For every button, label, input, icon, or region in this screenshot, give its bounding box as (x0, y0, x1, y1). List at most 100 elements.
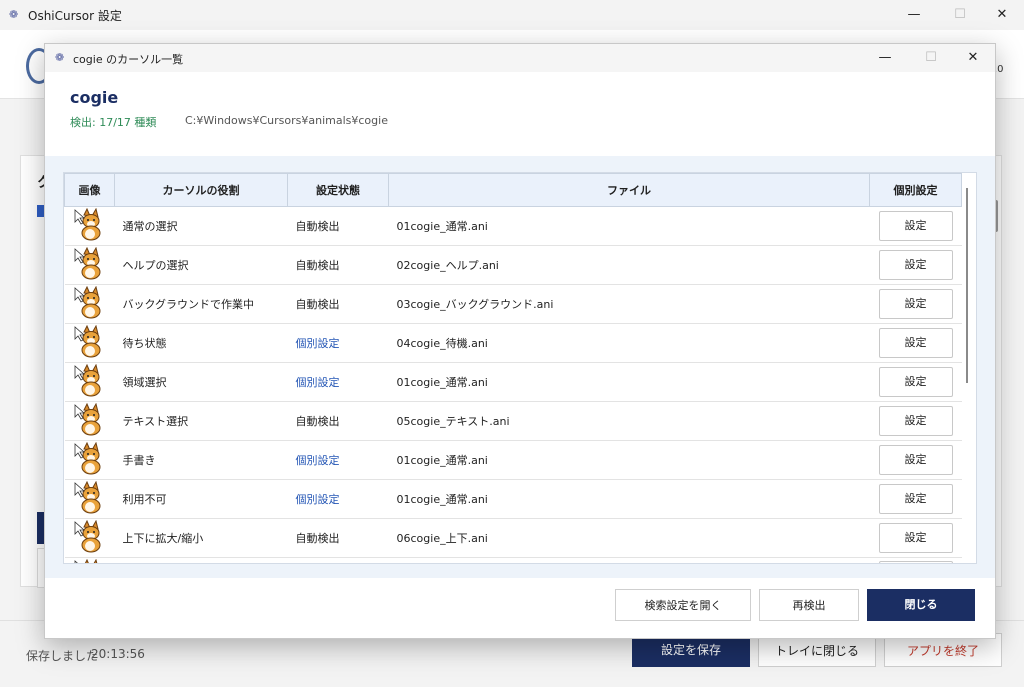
table-row: 通常の選択 自動検出 01cogie_通常.ani 設定 (64, 206, 962, 246)
individual-setting-cell: 設定 (869, 479, 962, 519)
cursor-role: 待ち状態 (114, 323, 288, 363)
cursor-role: 領域選択 (114, 362, 288, 402)
individual-setting-cell (869, 557, 962, 563)
individual-setting-button[interactable]: 設定 (878, 445, 953, 475)
close-button[interactable]: ✕ (980, 0, 1024, 30)
corgi-cursor-icon (74, 441, 100, 474)
individual-setting-button[interactable]: 設定 (878, 328, 953, 358)
setting-status: 個別設定 (287, 362, 389, 402)
individual-setting-button[interactable]: 設定 (878, 406, 953, 436)
individual-setting-cell: 設定 (869, 284, 962, 324)
cursor-role (114, 557, 288, 563)
cursor-image-cell (64, 518, 115, 558)
corgi-cursor-icon (74, 558, 97, 563)
setting-status: 自動検出 (287, 518, 389, 558)
setting-status: 自動検出 (287, 245, 389, 285)
corgi-cursor-icon (74, 207, 100, 240)
saved-time: 20:13:56 (91, 647, 145, 661)
individual-setting-cell: 設定 (869, 323, 962, 363)
individual-setting-cell: 設定 (869, 401, 962, 441)
individual-setting-cell: 設定 (869, 206, 962, 246)
dialog-close-button[interactable]: ✕ (951, 44, 995, 72)
cursor-file: 06cogie_上下.ani (388, 518, 870, 558)
individual-setting-button[interactable] (878, 560, 953, 563)
table-header-row: 画像 カーソルの役割 設定状態 ファイル 個別設定 (64, 173, 962, 207)
individual-setting-button[interactable]: 設定 (878, 211, 953, 241)
dialog-title: cogie のカーソル一覧 (73, 53, 184, 66)
cursor-image-cell (64, 479, 115, 519)
table-row: 領域選択 個別設定 01cogie_通常.ani 設定 (64, 362, 962, 402)
column-header-individual: 個別設定 (869, 173, 962, 207)
cursor-file: 01cogie_通常.ani (388, 479, 870, 519)
corgi-cursor-icon (74, 246, 100, 279)
cursor-role: ヘルプの選択 (114, 245, 288, 285)
cursor-role: 上下に拡大/縮小 (114, 518, 288, 558)
redetect-button[interactable]: 再検出 (759, 589, 859, 621)
individual-setting-button[interactable]: 設定 (878, 250, 953, 280)
setting-status: 自動検出 (287, 284, 389, 324)
corgi-cursor-icon (74, 285, 100, 318)
detected-count: 検出: 17/17 種類 (70, 116, 157, 129)
cursor-file: 04cogie_待機.ani (388, 323, 870, 363)
cursor-role: 通常の選択 (114, 206, 288, 246)
corgi-cursor-icon (74, 324, 100, 357)
table-row: 待ち状態 個別設定 04cogie_待機.ani 設定 (64, 323, 962, 363)
main-titlebar: ❁ OshiCursor 設定 — ☐ ✕ (0, 0, 1024, 30)
column-header-role: カーソルの役割 (114, 173, 288, 207)
individual-setting-cell: 設定 (869, 518, 962, 558)
cursor-image-cell (64, 440, 115, 480)
setting-status: 自動検出 (287, 401, 389, 441)
open-search-settings-button[interactable]: 検索設定を開く (615, 589, 751, 621)
column-header-status: 設定状態 (287, 173, 389, 207)
table-scrollbar[interactable] (966, 188, 968, 383)
corgi-cursor-icon (74, 519, 100, 552)
individual-setting-button[interactable]: 設定 (878, 289, 953, 319)
cursor-folder-path: C:¥Windows¥Cursors¥animals¥cogie (185, 114, 388, 127)
setting-status: 個別設定 (287, 323, 389, 363)
setting-status (287, 557, 389, 563)
cursor-file: 03cogie_バックグラウンド.ani (388, 284, 870, 324)
dialog-titlebar: ❁ cogie のカーソル一覧 — ☐ ✕ (45, 44, 995, 72)
cursor-file: 05cogie_テキスト.ani (388, 401, 870, 441)
cursor-image-cell (64, 284, 115, 324)
individual-setting-button[interactable]: 設定 (878, 523, 953, 553)
dialog-close-action-button[interactable]: 閉じる (867, 589, 975, 621)
cursor-file: 01cogie_通常.ani (388, 362, 870, 402)
cursor-image-cell (64, 557, 115, 563)
individual-setting-cell: 設定 (869, 440, 962, 480)
setting-status: 個別設定 (287, 440, 389, 480)
table-row: バックグラウンドで作業中 自動検出 03cogie_バックグラウンド.ani 設定 (64, 284, 962, 324)
individual-setting-button[interactable]: 設定 (878, 484, 953, 514)
corgi-cursor-icon (74, 363, 100, 396)
cursor-file: 01cogie_通常.ani (388, 206, 870, 246)
cursor-role: バックグラウンドで作業中 (114, 284, 288, 324)
individual-setting-cell: 設定 (869, 362, 962, 402)
cursor-role: 利用不可 (114, 479, 288, 519)
column-header-file: ファイル (388, 173, 870, 207)
dialog-minimize-button[interactable]: — (863, 44, 907, 72)
cursor-image-cell (64, 245, 115, 285)
cursor-file: 02cogie_ヘルプ.ani (388, 245, 870, 285)
table-row: テキスト選択 自動検出 05cogie_テキスト.ani 設定 (64, 401, 962, 441)
setting-status: 自動検出 (287, 206, 389, 246)
cursor-role: テキスト選択 (114, 401, 288, 441)
dialog-maximize-button[interactable]: ☐ (909, 44, 953, 72)
main-window-title: OshiCursor 設定 (28, 9, 122, 23)
table-row: ヘルプの選択 自動検出 02cogie_ヘルプ.ani 設定 (64, 245, 962, 285)
cursor-image-cell (64, 323, 115, 363)
dialog-app-icon: ❁ (55, 51, 65, 64)
cursor-list-dialog: ❁ cogie のカーソル一覧 — ☐ ✕ cogie 検出: 17/17 種類… (44, 43, 996, 639)
corgi-cursor-icon (74, 480, 100, 513)
cursor-set-name: cogie (70, 88, 119, 107)
table-row: 上下に拡大/縮小 自動検出 06cogie_上下.ani 設定 (64, 518, 962, 558)
cursor-image-cell (64, 206, 115, 246)
individual-setting-button[interactable]: 設定 (878, 367, 953, 397)
minimize-button[interactable]: — (892, 0, 936, 30)
individual-setting-cell: 設定 (869, 245, 962, 285)
cursor-role: 手書き (114, 440, 288, 480)
maximize-button[interactable]: ☐ (938, 0, 982, 30)
table-row (64, 557, 962, 563)
cursor-file (388, 557, 870, 563)
app-icon: ❁ (9, 8, 19, 21)
cursor-image-cell (64, 362, 115, 402)
